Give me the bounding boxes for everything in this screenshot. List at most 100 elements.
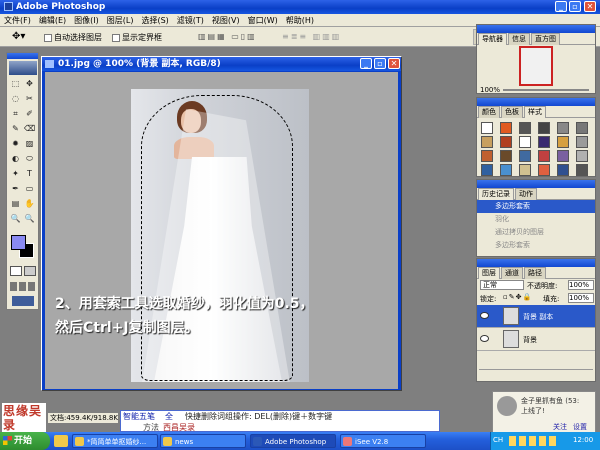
- move-tool-icon[interactable]: ✥▾: [12, 31, 25, 42]
- menu-item[interactable]: 文件(F): [0, 14, 35, 27]
- panel-tab[interactable]: 图层: [478, 267, 500, 279]
- quickmask-on-button[interactable]: [24, 266, 36, 276]
- style-swatch[interactable]: [576, 122, 588, 134]
- tool-button[interactable]: 🔍: [10, 214, 21, 224]
- menu-item[interactable]: 视图(V): [208, 14, 244, 27]
- align-buttons[interactable]: ▥▤▦ ▭▯▥: [198, 32, 257, 41]
- tool-button[interactable]: ▤: [10, 199, 21, 209]
- menu-item[interactable]: 图像(I): [70, 14, 103, 27]
- panel-tab[interactable]: 动作: [515, 188, 537, 200]
- tool-button[interactable]: ⌗: [10, 109, 21, 119]
- panel-tab[interactable]: 颜色: [478, 106, 500, 118]
- notify-follow-link[interactable]: 关注: [553, 422, 567, 432]
- tool-button[interactable]: ✥: [24, 79, 35, 89]
- tray-icons[interactable]: [509, 436, 559, 446]
- navigator-zoom-value[interactable]: 100%: [480, 86, 500, 94]
- style-swatch[interactable]: [500, 122, 512, 134]
- tool-button[interactable]: ⬭: [24, 154, 35, 164]
- tool-button[interactable]: ⌫: [24, 124, 35, 134]
- style-swatch[interactable]: [519, 136, 531, 148]
- style-swatch[interactable]: [576, 136, 588, 148]
- fill-field[interactable]: 100%: [568, 293, 594, 303]
- style-swatch[interactable]: [519, 150, 531, 162]
- style-swatch[interactable]: [519, 122, 531, 134]
- history-item[interactable]: 多边形套索: [477, 239, 595, 252]
- style-swatch[interactable]: [557, 136, 569, 148]
- taskbar-item-isee[interactable]: iSee V2.8: [340, 434, 426, 448]
- style-swatch[interactable]: [538, 136, 550, 148]
- taskbar-item-news[interactable]: news: [160, 434, 246, 448]
- layer-row[interactable]: 背景: [477, 328, 595, 351]
- doc-close-button[interactable]: ✕: [388, 58, 400, 69]
- tool-button[interactable]: T: [24, 169, 35, 179]
- style-swatch[interactable]: [557, 122, 569, 134]
- panel-tab[interactable]: 通道: [501, 267, 523, 279]
- style-swatch[interactable]: [481, 122, 493, 134]
- notify-settings-link[interactable]: 设置: [573, 422, 587, 432]
- history-item[interactable]: 多边形套索: [477, 200, 595, 213]
- foreground-color-swatch[interactable]: [11, 235, 26, 250]
- style-swatch[interactable]: [538, 164, 550, 176]
- doc-minimize-button[interactable]: _: [360, 58, 372, 69]
- panel-tab[interactable]: 路径: [524, 267, 546, 279]
- blend-mode-select[interactable]: 正常: [480, 280, 524, 290]
- opacity-field[interactable]: 100%: [568, 280, 594, 290]
- style-swatch[interactable]: [481, 136, 493, 148]
- distribute-buttons[interactable]: ≡≣≡ ▥▥▥: [282, 32, 341, 41]
- show-bounds-checkbox[interactable]: 显示定界框: [112, 32, 162, 43]
- tool-button[interactable]: ▨: [24, 139, 35, 149]
- style-swatch[interactable]: [538, 150, 550, 162]
- panel-tab[interactable]: 色板: [501, 106, 523, 118]
- taskbar-item-photoshop[interactable]: Adobe Photoshop: [250, 434, 336, 448]
- style-swatch[interactable]: [576, 164, 588, 176]
- tool-button[interactable]: ✒: [10, 184, 21, 194]
- menu-item[interactable]: 选择(S): [137, 14, 172, 27]
- tool-button[interactable]: ✎: [10, 124, 21, 134]
- tool-button[interactable]: ◌: [10, 94, 21, 104]
- style-swatch[interactable]: [481, 150, 493, 162]
- layer-row[interactable]: 背景 副本: [477, 305, 595, 328]
- eye-icon[interactable]: [480, 335, 489, 342]
- tool-button[interactable]: 🔍: [24, 214, 35, 224]
- tool-button[interactable]: ▭: [24, 184, 35, 194]
- menu-item[interactable]: 编辑(E): [35, 14, 70, 27]
- tool-button[interactable]: ✂: [24, 94, 35, 104]
- style-swatch[interactable]: [576, 150, 588, 162]
- panel-tab[interactable]: 历史记录: [478, 188, 514, 200]
- style-swatch[interactable]: [500, 164, 512, 176]
- start-button[interactable]: 开始: [0, 432, 50, 450]
- taskbar-item-tutorial[interactable]: *简简单单抠婚纱...: [72, 434, 158, 448]
- close-button[interactable]: ✕: [584, 1, 596, 12]
- quickmask-off-button[interactable]: [10, 266, 22, 276]
- menu-item[interactable]: 图层(L): [103, 14, 138, 27]
- tool-button[interactable]: ✹: [10, 139, 21, 149]
- history-item[interactable]: 羽化: [477, 213, 595, 226]
- panel-tab[interactable]: 直方图: [531, 33, 560, 45]
- restore-button[interactable]: ▫: [569, 1, 581, 12]
- style-swatch[interactable]: [481, 164, 493, 176]
- panel-tab[interactable]: 导航器: [478, 33, 507, 45]
- quicklaunch-icons[interactable]: [54, 435, 68, 447]
- lock-icons[interactable]: ▫✎✥🔒: [503, 293, 532, 301]
- document-canvas-area[interactable]: 2、用套索工具选取婚纱，羽化值为0.5， 然后Ctrl+J复制图层。: [45, 72, 398, 389]
- panel-tab[interactable]: 样式: [524, 106, 546, 118]
- layers-bottom-buttons[interactable]: [479, 369, 593, 379]
- auto-select-checkbox[interactable]: 自动选择图层: [44, 32, 102, 43]
- navigator-thumbnail[interactable]: [519, 46, 553, 86]
- style-swatch[interactable]: [519, 164, 531, 176]
- minimize-button[interactable]: _: [555, 1, 567, 12]
- ime-fullwidth[interactable]: 全: [165, 411, 173, 422]
- style-swatch[interactable]: [557, 150, 569, 162]
- navigator-zoom-slider[interactable]: [503, 89, 589, 91]
- eye-icon[interactable]: [480, 312, 489, 319]
- panel-tab[interactable]: 信息: [508, 33, 530, 45]
- language-indicator[interactable]: CH: [493, 436, 503, 444]
- tool-button[interactable]: ✦: [10, 169, 21, 179]
- jump-to-imageready-button[interactable]: [12, 296, 34, 306]
- style-swatch[interactable]: [500, 150, 512, 162]
- menu-item[interactable]: 帮助(H): [282, 14, 318, 27]
- style-swatch[interactable]: [500, 136, 512, 148]
- menu-item[interactable]: 滤镜(T): [173, 14, 208, 27]
- style-swatch[interactable]: [557, 164, 569, 176]
- tool-button[interactable]: ✋: [24, 199, 35, 209]
